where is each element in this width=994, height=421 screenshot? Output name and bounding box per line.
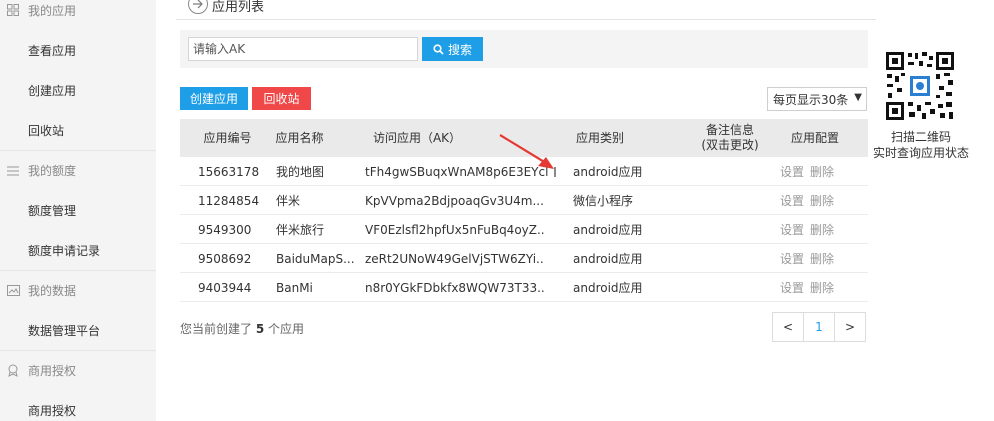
cell-ak: KpVVpma2BdjpoaqGv3U4m...: [365, 193, 544, 208]
sidebar-item-quota-requests[interactable]: 额度申请记录: [28, 230, 100, 270]
delete-link[interactable]: 删除: [810, 221, 834, 238]
cell-ops: 设置 删除: [780, 244, 860, 273]
cell-app-name: 我的地图: [276, 165, 325, 179]
sidebar-group-my-data[interactable]: 我的数据: [0, 270, 156, 310]
cell-app-name: 伴米旅行: [276, 223, 325, 237]
cell-ak: zeRt2UNoW49GelVjSTW6ZYi...: [365, 251, 545, 266]
cell-app-id: 9508692: [198, 251, 252, 266]
delete-link[interactable]: 删除: [810, 163, 834, 180]
app-count-prefix: 您当前创建了: [180, 322, 253, 336]
sidebar-group-label: 我的额度: [28, 164, 77, 178]
table-row: 9549300 伴米旅行 VF0Ezlsfl2hpfUx5nFuBq4oyZ..…: [180, 215, 868, 244]
cell-app-type: android应用: [573, 252, 643, 266]
search-button-label: 搜索: [447, 42, 472, 57]
sidebar-group-my-apps[interactable]: 我的应用: [0, 0, 156, 30]
cell-ops: 设置 删除: [780, 157, 860, 186]
sidebar-item-recycle-bin[interactable]: 回收站: [28, 110, 64, 150]
sidebar-group-my-quota[interactable]: 我的额度: [0, 150, 156, 190]
app-root: 我的应用 查看应用 创建应用 回收站 我的额度 额度管理 额度申请记录 我的数据…: [0, 0, 994, 421]
page-title: 应用列表: [212, 0, 265, 15]
header-ak: 访问应用（AK）: [372, 130, 462, 145]
sidebar-item-quota-management[interactable]: 额度管理: [28, 190, 76, 230]
cell-app-type: android应用: [573, 281, 643, 295]
app-count-suffix: 个应用: [268, 322, 305, 336]
header-app-type: 应用类别: [575, 130, 624, 145]
qr-caption-line1: 扫描二维码: [890, 130, 951, 144]
badge-icon: [6, 364, 20, 378]
settings-link[interactable]: 设置: [780, 192, 804, 209]
table-row: 9508692 BaiduMapS... zeRt2UNoW49GelVjSTW…: [180, 244, 868, 273]
sidebar-item-view-apps[interactable]: 查看应用: [28, 30, 76, 70]
header-app-id: 应用编号: [203, 130, 252, 145]
ak-search-input[interactable]: [188, 37, 418, 61]
cell-app-name: 伴米: [276, 194, 301, 208]
sidebar: 我的应用 查看应用 创建应用 回收站 我的额度 额度管理 额度申请记录 我的数据…: [0, 0, 156, 421]
grid-icon: [6, 3, 20, 17]
caret-down-icon: ▼: [854, 92, 862, 103]
cell-app-name: BanMi: [276, 280, 313, 295]
search-bar: 搜索: [180, 30, 868, 68]
table-row: 11284854 伴米 KpVVpma2BdjpoaqGv3U4m... 微信小…: [180, 186, 868, 215]
delete-link[interactable]: 删除: [810, 279, 834, 296]
cell-app-type: android应用: [573, 223, 643, 237]
sidebar-item-commercial-license[interactable]: 商用授权: [28, 390, 76, 421]
sidebar-group-commercial-license[interactable]: 商用授权: [0, 350, 156, 390]
cell-app-name: BaiduMapS...: [276, 251, 355, 266]
settings-link[interactable]: 设置: [780, 163, 804, 180]
cell-app-id: 9549300: [198, 222, 252, 237]
arrow-right-icon: [188, 0, 208, 14]
settings-link[interactable]: 设置: [780, 279, 804, 296]
cell-ops: 设置 删除: [780, 215, 860, 244]
page-1-button[interactable]: 1: [803, 312, 835, 342]
list-icon: [6, 164, 20, 178]
cell-app-type: android应用: [573, 165, 643, 179]
app-count-value: 5: [255, 322, 265, 336]
recycle-bin-button[interactable]: 回收站: [252, 87, 311, 110]
pagination: < 1 >: [772, 312, 866, 342]
cell-ak: VF0Ezlsfl2hpfUx5nFuBq4oyZ...: [365, 222, 545, 237]
annotation-arrow-icon: [499, 134, 554, 169]
qr-caption-line2: 实时查询应用状态: [872, 146, 969, 160]
cell-ops: 设置 删除: [780, 186, 860, 215]
app-count-text: 您当前创建了 5 个应用: [180, 320, 304, 337]
image-icon: [6, 284, 20, 298]
sidebar-item-create-app[interactable]: 创建应用: [28, 70, 76, 110]
search-button[interactable]: 搜索: [422, 37, 483, 61]
sidebar-group-label: 商用授权: [28, 364, 77, 378]
search-icon: [433, 43, 444, 55]
cell-ak: n8r0YGkFDbkfx8WQW73T33...: [365, 280, 545, 295]
header-remarks: 备注信息 (双击更改): [701, 123, 759, 152]
header-app-name: 应用名称: [275, 130, 324, 145]
settings-link[interactable]: 设置: [780, 221, 804, 238]
prev-page-button[interactable]: <: [772, 312, 804, 342]
cell-app-id: 11284854: [198, 193, 260, 208]
delete-link[interactable]: 删除: [810, 250, 834, 267]
sidebar-group-label: 我的应用: [28, 3, 77, 18]
sidebar-group-label: 我的数据: [28, 284, 77, 298]
cell-ops: 设置 删除: [780, 273, 860, 302]
sidebar-item-data-platform[interactable]: 数据管理平台: [28, 310, 100, 350]
create-app-button[interactable]: 创建应用: [180, 87, 248, 110]
per-page-select[interactable]: 每页显示30条 ▼: [767, 87, 867, 111]
page-header: 应用列表: [176, 0, 876, 20]
per-page-value: 每页显示30条: [773, 92, 849, 107]
next-page-button[interactable]: >: [834, 312, 866, 342]
table-row: 9403944 BanMi n8r0YGkFDbkfx8WQW73T33... …: [180, 273, 868, 302]
qr-caption: 扫描二维码 实时查询应用状态: [866, 129, 976, 161]
cell-app-type: 微信小程序: [573, 194, 634, 208]
settings-link[interactable]: 设置: [780, 250, 804, 267]
delete-link[interactable]: 删除: [810, 192, 834, 209]
qr-code-icon: [884, 50, 956, 122]
header-app-config: 应用配置: [790, 130, 839, 145]
cell-app-id: 9403944: [198, 280, 252, 295]
cell-app-id: 15663178: [198, 164, 260, 179]
